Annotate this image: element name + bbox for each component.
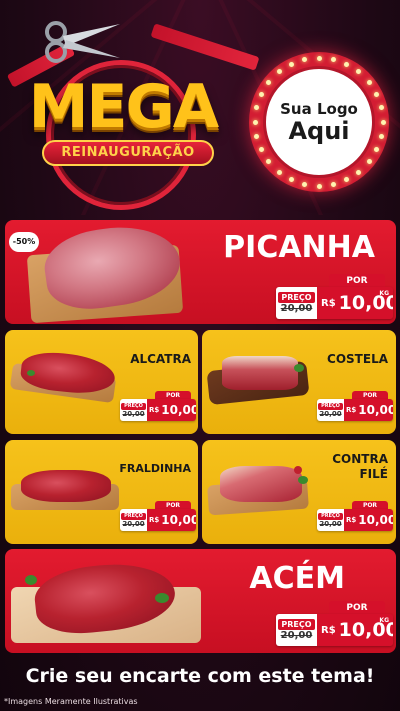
herb-garnish bbox=[27, 370, 35, 376]
price-preco-label: PREÇO bbox=[121, 402, 146, 410]
price-unit: KG bbox=[379, 290, 389, 297]
price-tag: PREÇO 20,00 R$ 10,00 KG bbox=[276, 287, 393, 319]
price-new: 10,00 bbox=[161, 403, 196, 417]
logo-bulb bbox=[330, 181, 336, 187]
product-card-costela[interactable]: COSTELA POR PREÇO 20,00 R$ 10,00 bbox=[202, 330, 396, 434]
logo-bulb bbox=[366, 79, 372, 85]
product-card-fraldinha[interactable]: FRALDINHA POR PREÇO 20,00 R$ 10,00 bbox=[5, 440, 198, 544]
logo-bulb bbox=[366, 159, 372, 165]
logo-bulb bbox=[276, 169, 282, 175]
price-old: 20,00 bbox=[122, 409, 145, 418]
product-name: FRALDINHA bbox=[119, 462, 191, 475]
price-new: 10,00 bbox=[358, 403, 393, 417]
price-currency: R$ bbox=[321, 297, 336, 309]
price-tag: PREÇO 20,00 R$ 10,00 bbox=[120, 509, 196, 531]
logo-bulb bbox=[330, 57, 336, 63]
logo-bulb bbox=[356, 169, 362, 175]
price-old: 20,00 bbox=[122, 519, 145, 528]
price-new: 10,00 bbox=[161, 513, 196, 527]
product-name: ALCATRA bbox=[130, 352, 191, 366]
price-old: 20,00 bbox=[280, 630, 313, 641]
herb-garnish bbox=[25, 575, 37, 585]
price-unit: KG bbox=[379, 617, 389, 624]
price-preco-label: PREÇO bbox=[318, 512, 343, 520]
logo-bulb bbox=[374, 91, 380, 97]
product-name-line2: FILÉ bbox=[359, 467, 388, 481]
price-preco-label: PREÇO bbox=[278, 619, 315, 630]
price-preco-label: PREÇO bbox=[121, 512, 146, 520]
price-new: 10,00 bbox=[358, 513, 393, 527]
price-currency: R$ bbox=[149, 406, 160, 414]
logo-bulb bbox=[380, 119, 386, 125]
price-currency: R$ bbox=[321, 624, 336, 636]
logo-text-line2: Aqui bbox=[288, 117, 350, 145]
price-currency: R$ bbox=[346, 406, 357, 414]
price-tag: PREÇO 20,00 R$ 10,00 bbox=[317, 509, 393, 531]
reinauguracao-subtitle: REINAUGURAÇÃO bbox=[42, 140, 214, 166]
product-card-acem[interactable]: ACÉM POR PREÇO 20,00 R$ 10,00 KG bbox=[5, 549, 396, 653]
price-tag: PREÇO 20,00 R$ 10,00 bbox=[317, 399, 393, 421]
logo-bulb bbox=[252, 119, 258, 125]
price-old: 20,00 bbox=[280, 303, 313, 314]
product-card-picanha[interactable]: PICANHA POR PREÇO 20,00 R$ 10,00 KG bbox=[5, 220, 396, 324]
logo-placeholder[interactable]: Sua Logo Aqui bbox=[263, 66, 375, 178]
price-por-label: POR bbox=[329, 274, 385, 288]
price-currency: R$ bbox=[149, 516, 160, 524]
price-por-label: POR bbox=[329, 601, 385, 615]
logo-bulb bbox=[288, 61, 294, 67]
product-name-line1: CONTRA bbox=[332, 452, 388, 466]
scissors-icon bbox=[45, 21, 120, 63]
product-name: CONTRA FILÉ bbox=[282, 452, 388, 482]
price-old: 20,00 bbox=[319, 519, 342, 528]
price-preco-label: PREÇO bbox=[318, 402, 343, 410]
price-tag: PREÇO 20,00 R$ 10,00 KG bbox=[276, 614, 393, 646]
logo-text-line1: Sua Logo bbox=[280, 100, 358, 118]
logo-bulb bbox=[316, 55, 322, 61]
product-name: ACÉM bbox=[249, 561, 345, 596]
footer-cta: Crie seu encarte com este tema! bbox=[25, 665, 375, 687]
product-card-alcatra[interactable]: ALCATRA POR PREÇO 20,00 R$ 10,00 bbox=[5, 330, 198, 434]
logo-bulb bbox=[254, 133, 260, 139]
footer-disclaimer: *Imagens Meramente Ilustrativas bbox=[4, 697, 138, 706]
price-preco-label: PREÇO bbox=[278, 292, 315, 303]
price-old: 20,00 bbox=[319, 409, 342, 418]
herb-garnish bbox=[155, 593, 169, 603]
mega-title: MEGA bbox=[28, 72, 219, 142]
flyer-page: MEGA REINAUGURAÇÃO Sua Logo Aqui PICANHA… bbox=[0, 0, 400, 711]
price-tag: PREÇO 20,00 R$ 10,00 bbox=[120, 399, 196, 421]
product-card-contra-file[interactable]: CONTRA FILÉ POR PREÇO 20,00 R$ 10,00 bbox=[202, 440, 396, 544]
header-banner: MEGA REINAUGURAÇÃO Sua Logo Aqui bbox=[0, 0, 400, 215]
logo-bulb bbox=[258, 91, 264, 97]
product-name: PICANHA bbox=[223, 230, 375, 265]
logo-bulb bbox=[288, 177, 294, 183]
logo-bulb bbox=[378, 133, 384, 139]
price-currency: R$ bbox=[346, 516, 357, 524]
logo-bulb bbox=[316, 183, 322, 189]
discount-badge: -50% bbox=[9, 232, 39, 252]
product-name: COSTELA bbox=[327, 352, 388, 366]
